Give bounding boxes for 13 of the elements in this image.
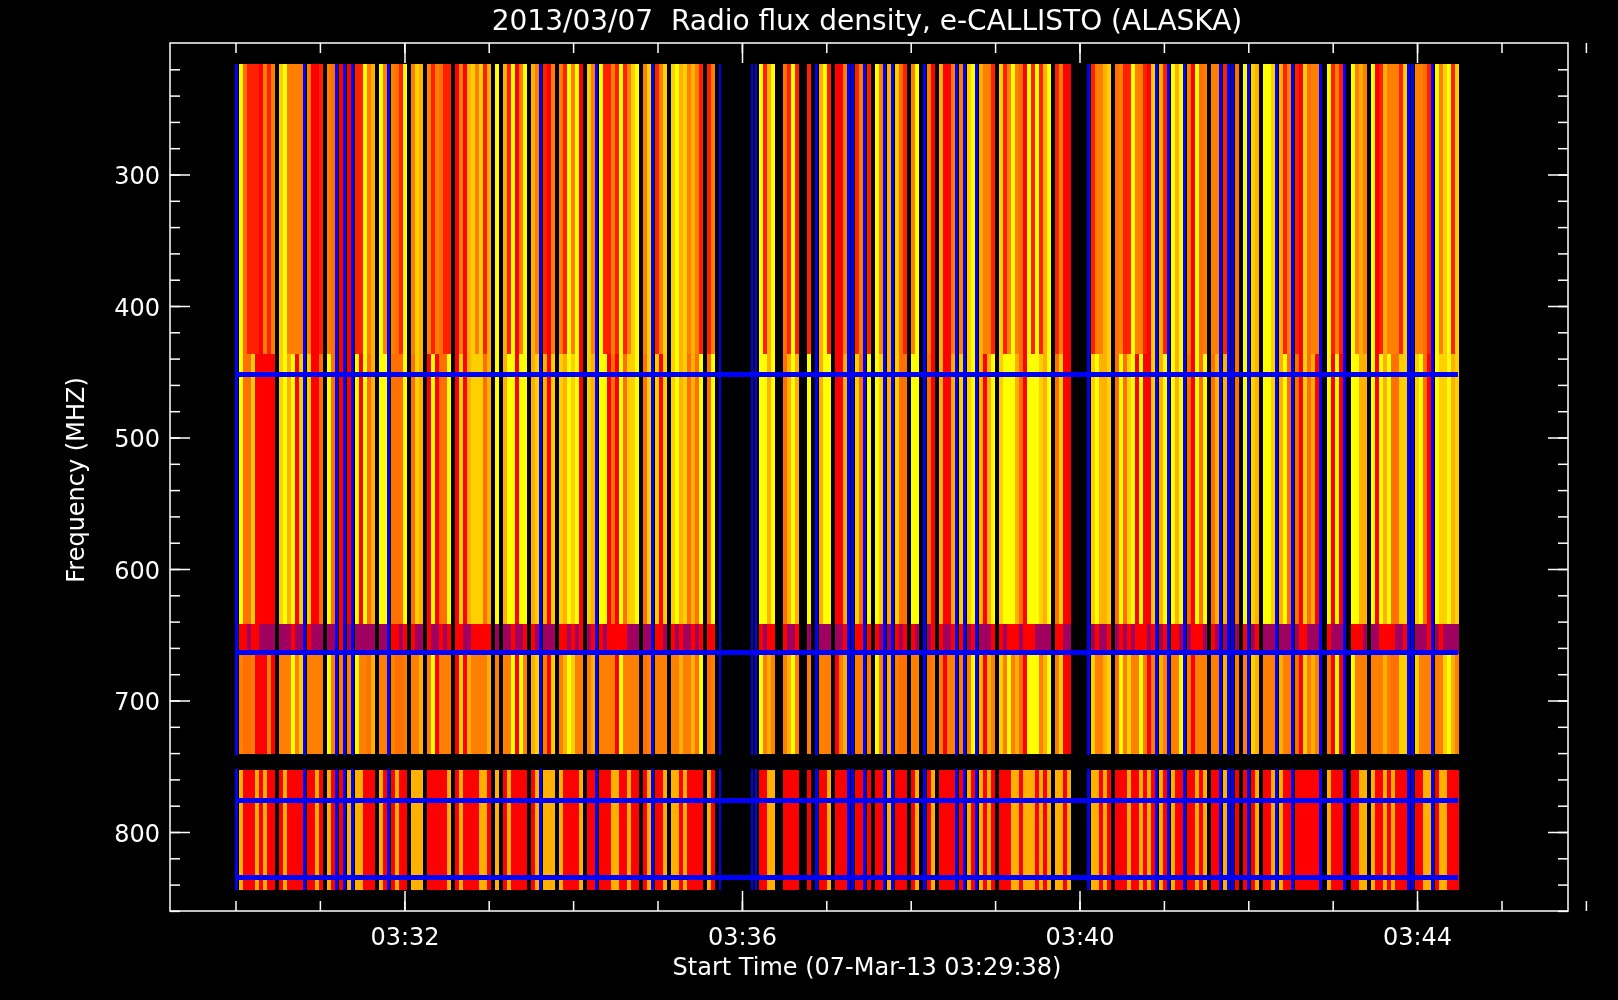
y-tick-label: 400 xyxy=(114,293,160,322)
y-tick-label: 700 xyxy=(114,688,160,716)
y-tick-label: 500 xyxy=(114,425,160,453)
y-axis-label: Frequency (MHZ) xyxy=(62,377,90,583)
chart-title: 2013/03/07 Radio flux density, e-CALLISTO (ALASKA) xyxy=(491,4,1243,37)
x-tick-label: 03:36 xyxy=(707,923,778,951)
y-tick-label: 800 xyxy=(114,819,160,848)
x-axis-label: Start Time (07-Mar-13 03:29:38) xyxy=(672,953,1062,981)
x-tick-label: 03:40 xyxy=(1045,923,1115,951)
x-tick-label: 03:32 xyxy=(370,923,440,951)
y-tick-label: 600 xyxy=(114,556,160,585)
y-tick-label: 300 xyxy=(114,162,160,190)
x-tick-label: 03:44 xyxy=(1382,923,1453,951)
